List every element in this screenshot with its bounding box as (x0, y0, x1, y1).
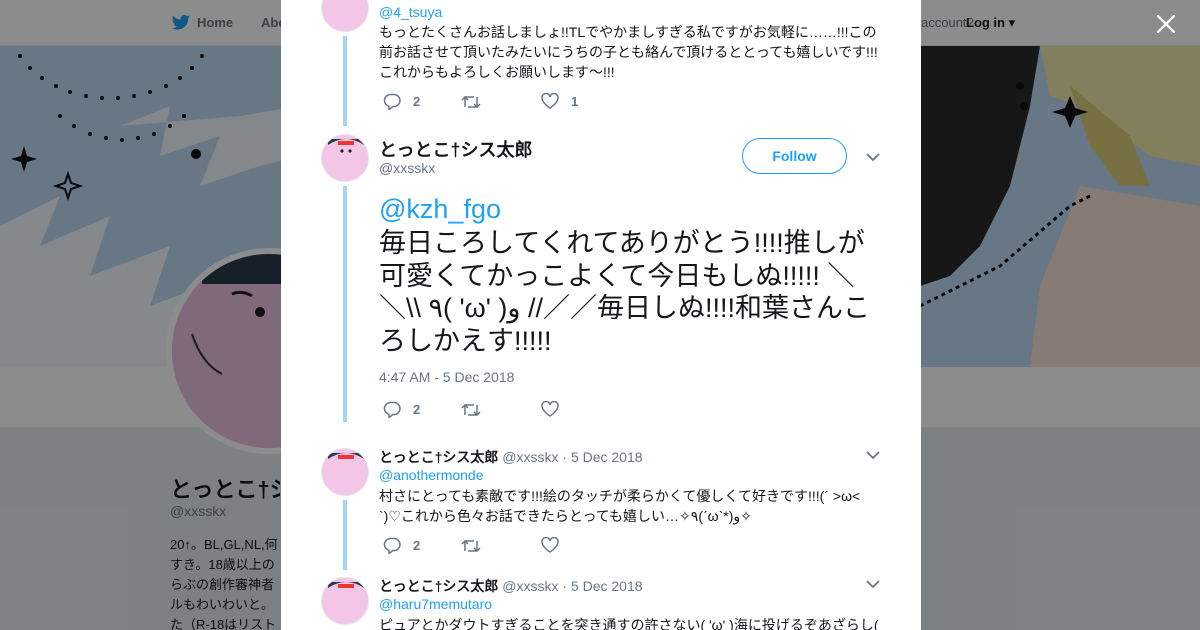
reply-icon (383, 537, 401, 554)
avatar[interactable] (321, 0, 369, 32)
like-action[interactable] (541, 401, 559, 417)
thread-line (343, 36, 347, 126)
heart-icon (541, 93, 559, 109)
retweet-action[interactable] (461, 402, 481, 418)
chevron-down-icon[interactable] (865, 449, 881, 461)
tweet-text: 村さにとっても素敵です!!!絵のタッチが柔らかくて優しくて好きです!!!(´ >… (379, 488, 861, 524)
chevron-down-icon[interactable] (865, 151, 881, 163)
reply-count: 2 (413, 538, 421, 553)
reply-to-handle[interactable]: @4_tsuya (379, 4, 442, 20)
retweet-icon (461, 539, 481, 553)
avatar-cat-icon (322, 0, 368, 31)
separator: · (562, 449, 571, 465)
heart-icon (541, 401, 559, 417)
reply-icon (383, 93, 401, 110)
thread-line (343, 186, 347, 422)
reply-count: 2 (413, 402, 421, 417)
tweet-date[interactable]: 5 Dec 2018 (571, 449, 643, 465)
avatar-cat-icon (322, 449, 368, 495)
author-name[interactable]: とっとこ†シス太郎 (379, 136, 532, 162)
follow-button[interactable]: Follow (742, 138, 847, 174)
close-icon (1157, 15, 1175, 33)
retweet-icon (461, 95, 481, 109)
mention-link[interactable]: @haru7memutaro (379, 596, 492, 612)
heart-icon (541, 537, 559, 553)
retweet-icon (461, 403, 481, 417)
avatar-cat-icon (322, 135, 368, 181)
reply-count: 2 (413, 94, 421, 109)
tweet-date[interactable]: 5 Dec 2018 (571, 578, 643, 594)
like-action[interactable] (541, 537, 559, 553)
separator: · (562, 578, 571, 594)
avatar-cat-icon (322, 578, 368, 624)
tweet-text: 毎日ころしてくれてありがとう!!!!推しが可愛くてかっこよくて今日もしぬ!!!!… (379, 228, 870, 356)
retweet-action[interactable] (461, 94, 481, 110)
tweet-text: ピュアとかダウトすぎることを突き通すの許さない( 'ω' )海に投げるぞあざらし… (379, 617, 879, 630)
tweet-text: もっとたくさんお話しましょ!!TLでやかましすぎる私ですがお気軽に……!!!この… (379, 24, 878, 80)
author-name[interactable]: とっとこ†シス太郎 (379, 578, 498, 594)
avatar[interactable] (321, 448, 369, 496)
author-handle[interactable]: @xxsskx (502, 578, 558, 594)
follow-button-label: Follow (772, 148, 817, 164)
retweet-action[interactable] (461, 538, 481, 554)
reply-action[interactable]: 2 (383, 93, 420, 110)
like-action[interactable]: 1 (541, 93, 578, 109)
reply-icon (383, 401, 401, 418)
mention-link[interactable]: @kzh_fgo (379, 194, 501, 225)
tweet-modal: @4_tsuya もっとたくさんお話しましょ!!TLでやかましすぎる私ですがお気… (281, 0, 921, 630)
avatar[interactable] (321, 577, 369, 625)
mention-link[interactable]: @anothermonde (379, 467, 484, 483)
author-handle[interactable]: @xxsskx (502, 449, 558, 465)
close-modal-button[interactable] (1152, 10, 1180, 38)
like-count: 1 (571, 93, 579, 109)
reply-header: とっとこ†シス太郎 @xxsskx · 5 Dec 2018 (379, 576, 643, 596)
author-handle[interactable]: @xxsskx (379, 160, 435, 176)
chevron-down-icon[interactable] (865, 578, 881, 590)
author-name[interactable]: とっとこ†シス太郎 (379, 449, 498, 465)
thread-line (343, 500, 347, 570)
reply-action[interactable]: 2 (383, 537, 420, 554)
reply-action[interactable]: 2 (383, 401, 420, 418)
reply-header: とっとこ†シス太郎 @xxsskx · 5 Dec 2018 (379, 447, 643, 467)
avatar[interactable] (321, 134, 369, 182)
tweet-timestamp[interactable]: 4:47 AM - 5 Dec 2018 (379, 369, 514, 385)
